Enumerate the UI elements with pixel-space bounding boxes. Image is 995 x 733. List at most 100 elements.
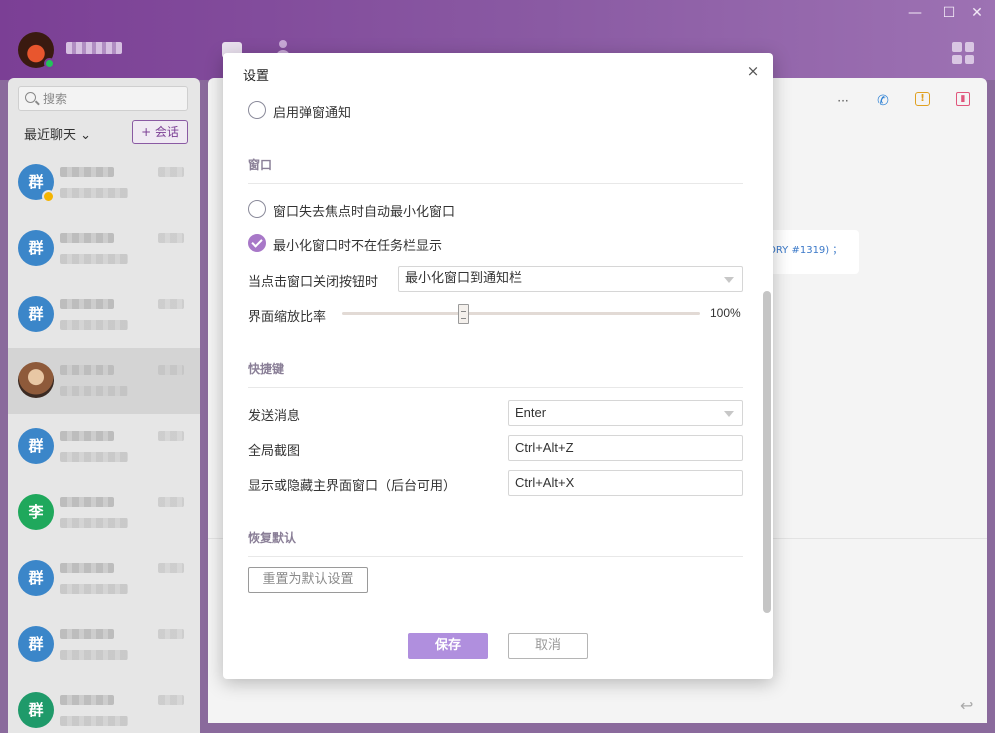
phone-icon[interactable]: ✆: [874, 92, 892, 110]
conversation-item[interactable]: 群: [8, 216, 200, 282]
search-input[interactable]: [43, 89, 183, 108]
conversation-preview-blurred: [60, 584, 128, 594]
conversation-time-blurred: [158, 497, 184, 507]
zoom-slider-handle[interactable]: [458, 304, 469, 324]
message-text-fragment: ORY #1319) ；: [768, 245, 843, 256]
conversation-preview-blurred: [60, 188, 128, 198]
more-options-icon[interactable]: ···: [834, 92, 852, 110]
auto-minimize-label: 窗口失去焦点时自动最小化窗口: [273, 205, 456, 220]
conversation-item[interactable]: 李: [8, 480, 200, 546]
dialog-scrollbar[interactable]: [763, 291, 771, 613]
hide-taskbar-checkbox[interactable]: [248, 234, 266, 252]
conversation-name-blurred: [60, 695, 114, 705]
conversation-preview-blurred: [60, 650, 128, 660]
search-box[interactable]: [18, 86, 188, 111]
conversation-time-blurred: [158, 365, 184, 375]
conversation-preview-blurred: [60, 254, 128, 264]
conversation-preview-blurred: [60, 320, 128, 330]
send-message-value: Enter: [515, 405, 547, 420]
group-avatar: 群: [18, 692, 54, 728]
contact-photo-avatar: [18, 362, 54, 398]
save-button[interactable]: 保存: [408, 633, 488, 659]
dropdown-caret-icon: [724, 411, 734, 417]
conversation-preview-blurred: [60, 386, 128, 396]
conversation-name-blurred: [60, 233, 114, 243]
new-chat-button[interactable]: + 会话: [132, 120, 188, 144]
toggle-main-shortcut-field[interactable]: Ctrl+Alt+X: [508, 470, 743, 496]
conversation-name-blurred: [60, 497, 114, 507]
conversation-time-blurred: [158, 563, 184, 573]
conversation-name-blurred: [60, 167, 114, 177]
restore-section-title: 恢复默认: [248, 531, 297, 545]
section-divider: [248, 387, 743, 388]
conversation-item[interactable]: 群: [8, 282, 200, 348]
send-message-select[interactable]: Enter: [508, 400, 743, 426]
alert-icon[interactable]: !: [915, 92, 930, 106]
conversation-preview-blurred: [60, 452, 128, 462]
window-close-button[interactable]: ✕: [968, 4, 986, 22]
conversation-item[interactable]: 群: [8, 546, 200, 612]
conversation-time-blurred: [158, 629, 184, 639]
screenshot-shortcut-field[interactable]: Ctrl+Alt+Z: [508, 435, 743, 461]
conversation-item[interactable]: 群: [8, 612, 200, 678]
chevron-down-icon: ⌄: [80, 128, 92, 143]
conversation-list: 群 群 群 群 李 群 群 群: [8, 150, 200, 733]
conversation-name-blurred: [60, 431, 114, 441]
conversation-preview-blurred: [60, 716, 128, 726]
apps-grid-icon[interactable]: [952, 42, 974, 64]
conversation-time-blurred: [158, 299, 184, 309]
conversation-time-blurred: [158, 167, 184, 177]
send-icon[interactable]: ↩: [960, 696, 973, 715]
group-avatar: 群: [18, 626, 54, 662]
search-icon: [25, 92, 36, 103]
close-action-label: 当点击窗口关闭按钮时: [248, 275, 379, 290]
zoom-label: 界面缩放比率: [248, 310, 327, 325]
conversation-time-blurred: [158, 431, 184, 441]
group-avatar: 群: [18, 428, 54, 464]
auto-minimize-radio[interactable]: [248, 200, 266, 218]
send-message-label: 发送消息: [248, 409, 301, 424]
conversation-preview-blurred: [60, 518, 128, 528]
user-name-blurred: [66, 42, 122, 54]
popup-notify-radio[interactable]: [248, 101, 266, 119]
online-status-icon: [44, 58, 55, 69]
conversation-name-blurred: [60, 629, 114, 639]
recent-chats-dropdown[interactable]: 最近聊天 ⌄: [24, 124, 91, 143]
reset-defaults-button[interactable]: 重置为默认设置: [248, 567, 368, 593]
toggle-main-label: 显示或隐藏主界面窗口（后台可用）: [248, 479, 457, 494]
dropdown-caret-icon: [724, 277, 734, 283]
conversation-name-blurred: [60, 563, 114, 573]
cancel-button[interactable]: 取消: [508, 633, 588, 659]
zoom-value: 100%: [710, 306, 741, 320]
dialog-title: 设置: [243, 69, 270, 84]
side-panel-icon[interactable]: ▮: [956, 92, 970, 106]
maximize-button[interactable]: ☐: [940, 4, 958, 22]
window-section-title: 窗口: [248, 158, 273, 172]
recent-chats-label: 最近聊天: [24, 128, 77, 143]
conversation-sidebar: 最近聊天 ⌄ + 会话 群 群 群 群: [8, 78, 200, 733]
group-avatar: 群: [18, 230, 54, 266]
close-icon[interactable]: ×: [745, 63, 761, 79]
conversation-time-blurred: [158, 233, 184, 243]
conversation-item[interactable]: 群: [8, 414, 200, 480]
popup-notify-label: 启用弹窗通知: [273, 106, 352, 121]
conversation-item-active[interactable]: [8, 348, 200, 414]
group-avatar: 群: [18, 560, 54, 596]
minimize-button[interactable]: —: [906, 4, 924, 22]
close-action-select[interactable]: 最小化窗口到通知栏: [398, 266, 743, 292]
conversation-item[interactable]: 群: [8, 150, 200, 216]
section-divider: [248, 556, 743, 557]
group-avatar: 群: [18, 296, 54, 332]
hide-taskbar-label: 最小化窗口时不在任务栏显示: [273, 239, 443, 254]
zoom-slider-track[interactable]: [342, 312, 700, 315]
screenshot-label: 全局截图: [248, 444, 301, 459]
section-divider: [248, 183, 743, 184]
settings-dialog: 设置 × 启用弹窗通知 窗口 窗口失去焦点时自动最小化窗口 最小化窗口时不在任务…: [223, 53, 773, 679]
shortcut-section-title: 快捷键: [248, 362, 285, 376]
conversation-name-blurred: [60, 299, 114, 309]
conversation-name-blurred: [60, 365, 114, 375]
star-badge-icon: [42, 190, 55, 203]
close-action-value: 最小化窗口到通知栏: [405, 271, 523, 286]
conversation-item[interactable]: 群: [8, 678, 200, 733]
contact-avatar: 李: [18, 494, 54, 530]
